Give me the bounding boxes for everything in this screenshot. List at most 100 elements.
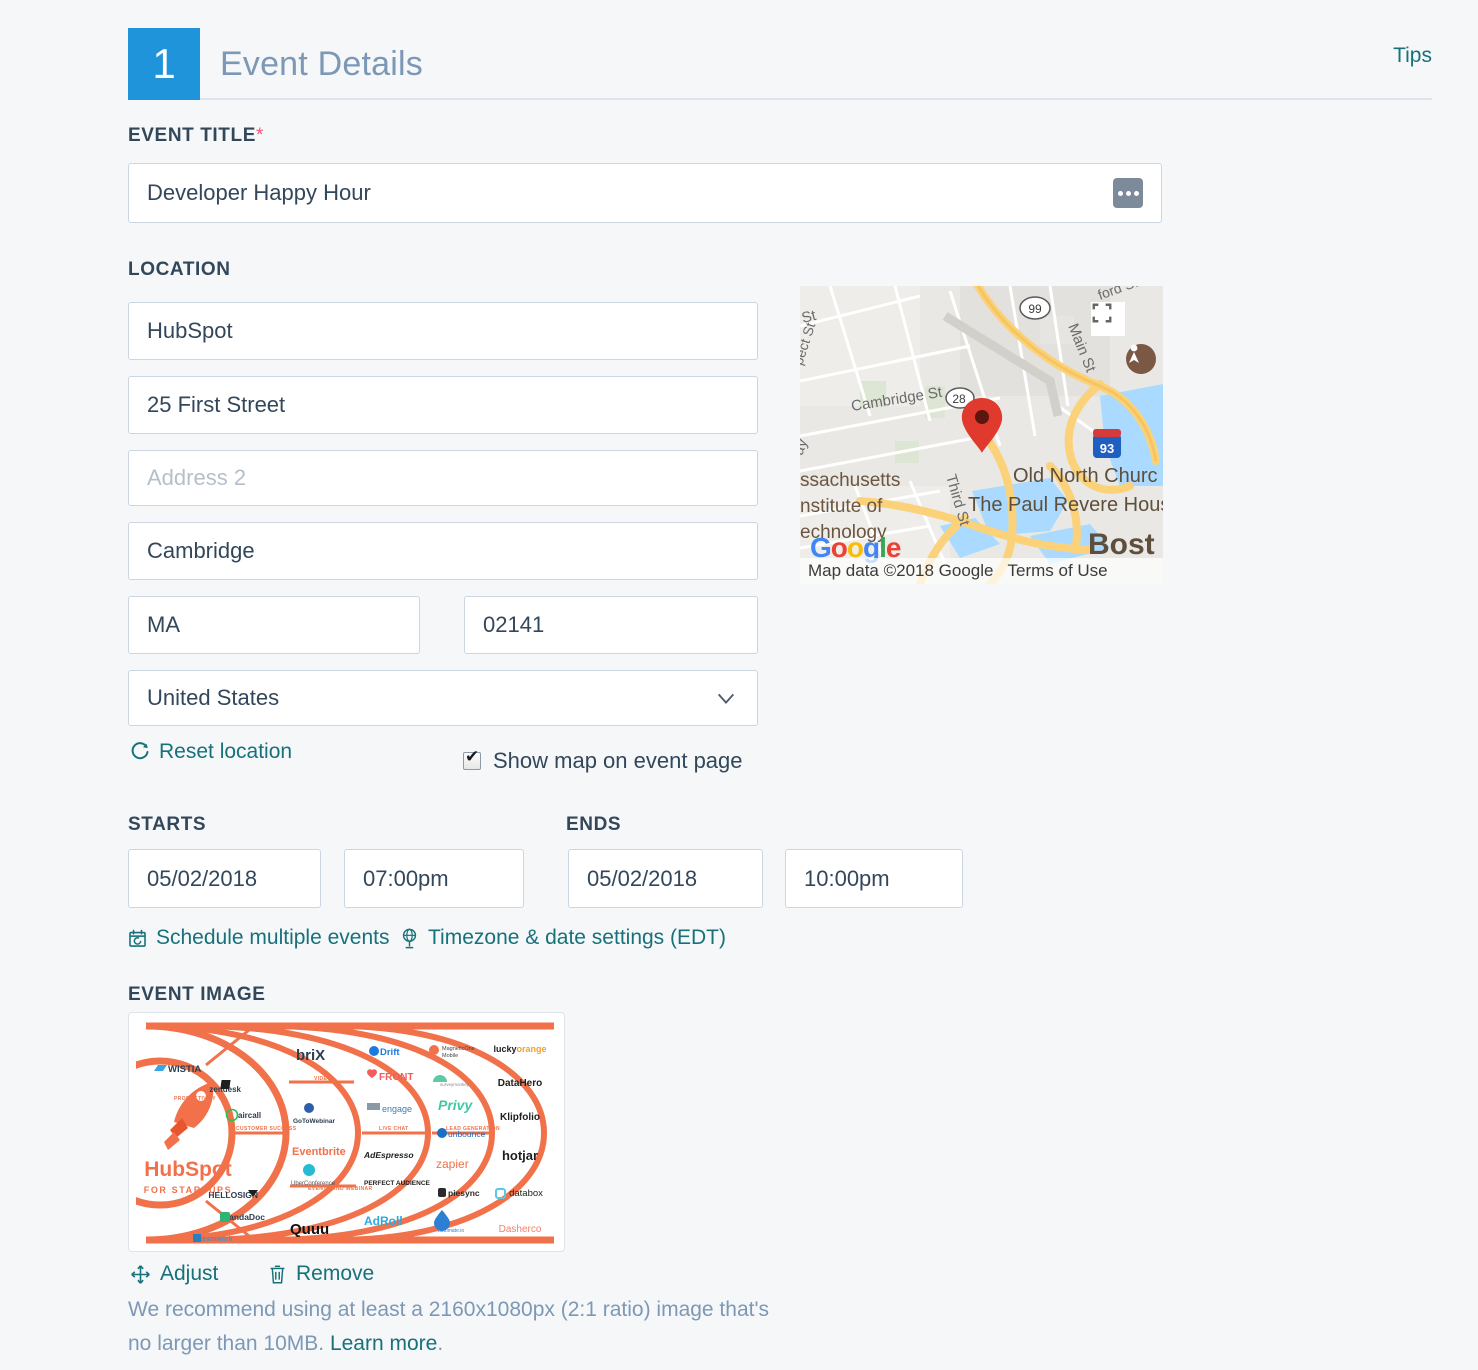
svg-text:briX: briX [296,1047,325,1064]
svg-text:aircall: aircall [238,1111,261,1120]
ellipsis-icon[interactable] [1113,178,1143,208]
svg-text:AdRoll: AdRoll [364,1214,403,1228]
ends-label: ENDS [566,814,621,836]
svg-text:Klipfolio: Klipfolio [500,1112,540,1123]
remove-image-label: Remove [296,1262,374,1286]
section-header: 1 Event Details Tips [128,28,1432,100]
svg-text:UberConference: UberConference [291,1181,336,1187]
event-title-label: EVENT TITLE* [128,125,264,147]
location-country-select[interactable]: United States [128,670,758,726]
start-date-input[interactable]: 05/02/2018 [128,849,321,908]
svg-text:Eventbrite: Eventbrite [292,1146,346,1158]
svg-text:PERFECT AUDIENCE: PERFECT AUDIENCE [364,1180,431,1187]
learn-more-link[interactable]: Learn more [330,1332,437,1355]
svg-text:surveymonkey: surveymonkey [440,1082,470,1087]
move-icon [130,1264,151,1285]
svg-text:VIDEO: VIDEO [314,1076,332,1082]
svg-text:engage: engage [382,1104,412,1114]
show-map-label: Show map on event page [493,748,743,774]
refresh-icon [130,742,150,762]
start-time-input[interactable]: 07:00pm [344,849,524,908]
svg-text:Old North Churc: Old North Churc [1013,465,1158,487]
event-image-help-text: We recommend using at least a 2160x1080p… [128,1293,778,1361]
svg-text:93: 93 [1100,441,1114,456]
event-image-preview[interactable]: HubSpot FOR STARTUPS PRODUCTIVITY CUSTOM… [128,1012,565,1252]
svg-text:WISTIA: WISTIA [168,1064,201,1075]
schedule-multiple-events-label: Schedule multiple events [156,926,389,950]
svg-text:nstitute of: nstitute of [800,496,883,517]
map-data-attribution: Map data ©2018 Google [808,561,994,581]
page-title: Event Details [220,28,423,100]
svg-text:luckyorange: luckyorange [493,1044,546,1054]
svg-text:MagneticOne: MagneticOne [442,1046,475,1052]
event-details-page: 1 Event Details Tips EVENT TITLE* Develo… [0,0,1478,1370]
svg-text:LIVE CHAT: LIVE CHAT [379,1126,409,1132]
route-shield-99: 99 [1020,297,1050,319]
svg-text:unbounce: unbounce [448,1129,486,1139]
show-map-checkbox-row[interactable]: Show map on event page [463,748,743,774]
svg-text:piesync: piesync [448,1188,480,1198]
globe-icon [400,928,419,949]
svg-text:28: 28 [952,392,966,406]
svg-text:ssachusetts: ssachusetts [800,470,900,491]
svg-text:HubSpot: HubSpot [144,1158,231,1181]
route-shield-93: 93 [1093,429,1121,458]
location-label: LOCATION [128,259,231,281]
map-attribution-bar: Map data ©2018 Google Terms of Use [800,558,1163,584]
event-image-label: EVENT IMAGE [128,984,266,1006]
reset-location-label: Reset location [159,740,292,764]
svg-text:Quuu: Quuu [290,1221,329,1238]
svg-text:FRONT: FRONT [379,1072,413,1083]
trash-icon [268,1264,287,1285]
svg-text:Mobile: Mobile [442,1053,458,1059]
svg-text:AdEspresso: AdEspresso [363,1150,414,1160]
svg-text:hotjar: hotjar [502,1148,538,1163]
timezone-settings-label: Timezone & date settings (EDT) [428,926,726,950]
help-line-2-prefix: no larger than 10MB. [128,1332,330,1355]
reset-location-link[interactable]: Reset location [130,740,292,764]
svg-text:zapier: zapier [436,1157,469,1171]
map-terms-link[interactable]: Terms of Use [1008,561,1108,581]
adjust-image-button[interactable]: Adjust [130,1262,218,1286]
street-view-icon[interactable] [1126,344,1156,374]
schedule-multiple-events-link[interactable]: Schedule multiple events [128,926,389,950]
svg-text:teamwork: teamwork [200,1236,233,1243]
fullscreen-icon[interactable] [1091,302,1125,336]
svg-text:DataHero: DataHero [498,1078,542,1089]
show-map-checkbox[interactable] [463,752,481,770]
svg-text:Bost: Bost [1088,528,1155,561]
location-country-value: United States [147,685,279,711]
help-suffix: . [437,1332,443,1355]
svg-text:GoToWebinar: GoToWebinar [293,1118,335,1125]
end-date-input[interactable]: 05/02/2018 [568,849,763,908]
event-title-label-text: EVENT TITLE [128,125,256,146]
timezone-settings-link[interactable]: Timezone & date settings (EDT) [400,926,726,950]
location-zip-input[interactable]: 02141 [464,596,758,654]
svg-text:99: 99 [1028,302,1042,316]
location-map[interactable]: 99 28 93 St ford St Main St Cambridge St… [800,286,1163,584]
svg-text:Drift: Drift [380,1047,400,1058]
end-time-input[interactable]: 10:00pm [785,849,963,908]
location-address1-input[interactable]: 25 First Street [128,376,758,434]
starts-label: STARTS [128,814,206,836]
location-company-input[interactable]: HubSpot [128,302,758,360]
event-title-value: Developer Happy Hour [147,180,371,206]
svg-text:The Paul Revere Hous: The Paul Revere Hous [968,494,1163,516]
tips-link[interactable]: Tips [1393,44,1432,68]
chevron-down-icon [715,687,737,709]
help-line-1: We recommend using at least a 2160x1080p… [128,1298,769,1321]
adjust-image-label: Adjust [160,1262,218,1286]
svg-text:Dasherco: Dasherco [499,1224,542,1235]
partner-ecosystem-wheel-image: HubSpot FOR STARTUPS PRODUCTIVITY CUSTOM… [136,1020,559,1246]
required-marker: * [256,125,264,146]
remove-image-button[interactable]: Remove [268,1262,374,1286]
svg-text:Privy: Privy [438,1097,473,1113]
event-title-input[interactable]: Developer Happy Hour [128,163,1162,223]
location-address2-input[interactable]: Address 2 [128,450,758,506]
svg-text:databox: databox [509,1188,543,1199]
location-state-input[interactable]: MA [128,596,420,654]
svg-text:PRODUCTIVITY: PRODUCTIVITY [174,1096,216,1102]
calendar-repeat-icon [128,929,147,948]
svg-text:CUSTOMER SUCCESS: CUSTOMER SUCCESS [236,1126,297,1132]
location-city-input[interactable]: Cambridge [128,522,758,580]
